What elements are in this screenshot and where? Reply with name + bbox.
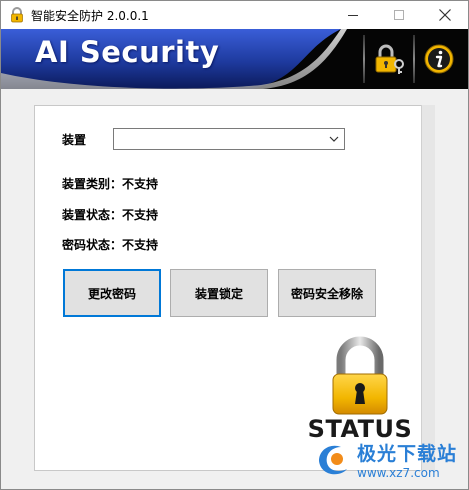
status-indicator: STATUS [305,336,415,448]
info-button[interactable] [419,39,459,79]
panel-edge [421,105,435,471]
header-banner: AI Security [1,29,468,89]
watermark-logo-icon [319,445,347,475]
padlock-icon [332,336,388,415]
banner-separator [363,35,365,83]
title-bar: 智能安全防护 2.0.0.1 [1,1,468,29]
device-type-text: 装置类别：不支持 [62,177,159,191]
secure-remove-button[interactable]: 密码安全移除 [278,269,376,317]
main-panel: 装置 装置类别：不支持 装置状态：不支持 密码状态：不支持 更改密码 装置锁定 … [34,105,435,471]
banner-title: AI Security [35,35,220,69]
watermark-name: 极光下载站 [357,443,458,465]
password-state-text: 密码状态：不支持 [62,238,159,252]
lock-key-icon [375,44,404,74]
device-label: 装置 [62,133,87,147]
close-button[interactable] [422,1,468,29]
lock-device-button[interactable]: 装置锁定 [170,269,268,317]
banner-separator [413,35,415,83]
chevron-down-icon [329,136,339,142]
device-state-text: 装置状态：不支持 [62,208,159,222]
watermark-url: www.xz7.com [357,466,440,480]
minimize-icon [348,15,358,16]
window-title: 智能安全防护 2.0.0.1 [31,9,149,23]
maximize-button[interactable] [376,1,422,29]
minimize-button[interactable] [330,1,376,29]
watermark: 极光下载站 www.xz7.com [313,439,463,487]
device-select[interactable] [113,128,345,150]
close-icon [439,9,451,21]
app-window: 智能安全防护 2.0.0.1 AI Security 装置 装置类别：不支持 装… [0,0,469,490]
lock-key-button[interactable] [369,39,409,79]
info-icon [424,44,454,74]
app-lock-icon [11,7,23,23]
maximize-icon [394,10,404,20]
change-password-button[interactable]: 更改密码 [63,269,161,317]
